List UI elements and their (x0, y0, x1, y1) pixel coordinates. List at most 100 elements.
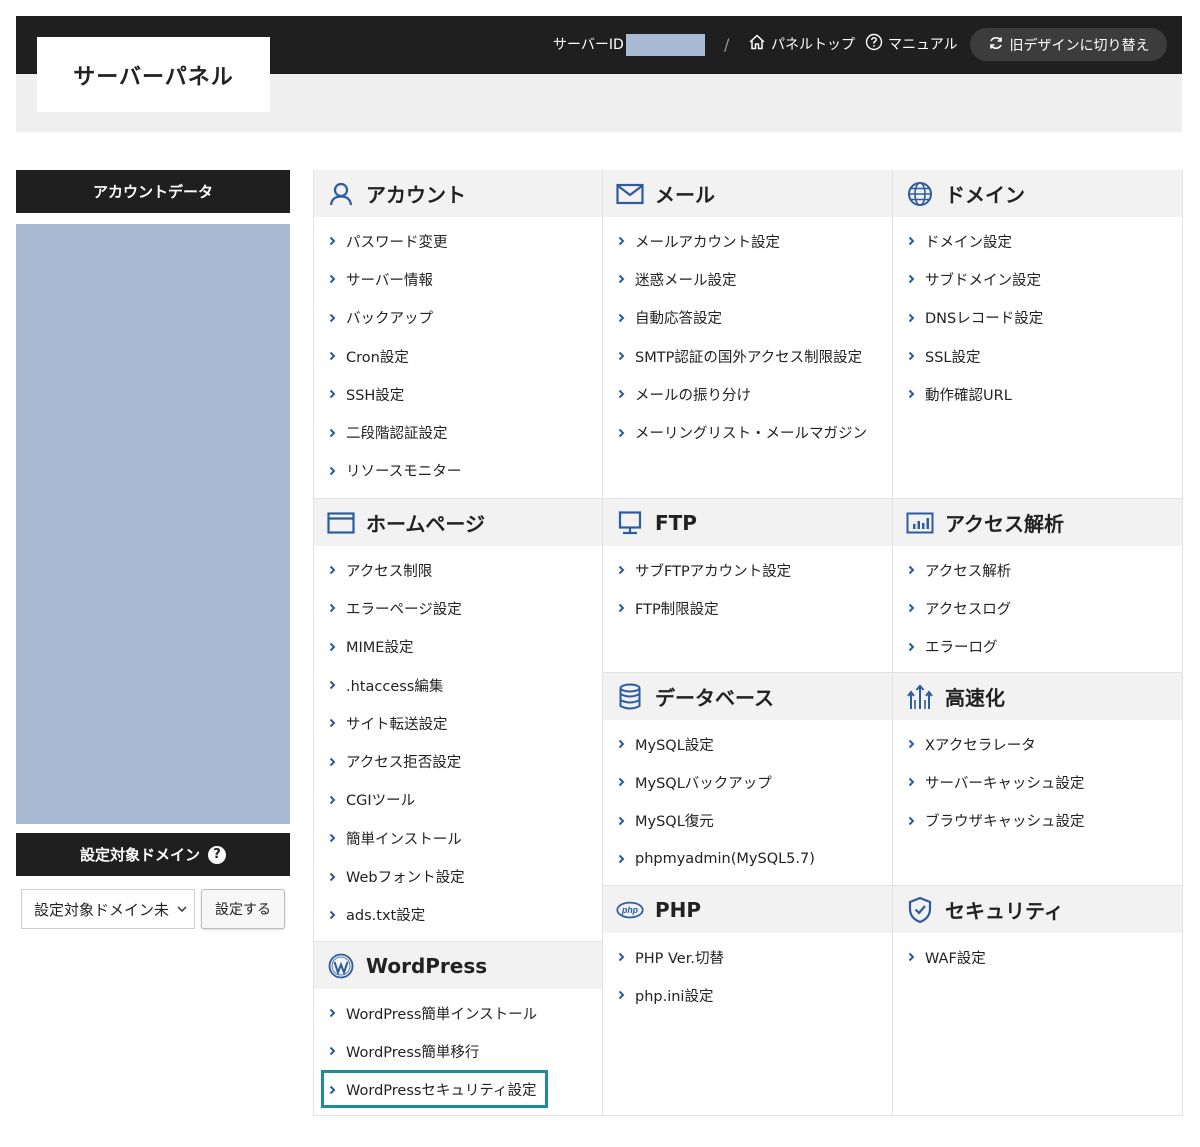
menu-item-link[interactable]: SMTP認証の国外アクセス制限設定 (603, 337, 892, 375)
chevron-right-icon (329, 795, 337, 805)
menu-item-link[interactable]: パスワード変更 (314, 222, 602, 260)
section-domain: ドメイン ドメイン設定 サブドメイン設定 DNSレコード設定 SSL設定 動作確認URL (893, 170, 1182, 413)
menu-item-link[interactable]: サーバーキャッシュ設定 (893, 763, 1182, 801)
menu-item-link[interactable]: 迷惑メール設定 (603, 260, 892, 298)
menu-item-label: phpmyadmin(MySQL5.7) (635, 851, 815, 868)
menu-item-link[interactable]: アクセス拒否設定 (314, 742, 602, 780)
target-domain-title-text: 設定対象ドメイン (79, 846, 200, 864)
menu-item-link[interactable]: php.ini設定 (603, 976, 892, 1014)
menu-item-link[interactable]: メーリングリスト・メールマガジン (603, 413, 892, 451)
section-header: WordPress (314, 942, 602, 989)
menu-item-link[interactable]: MIME設定 (314, 628, 602, 666)
menu-item-label: ブラウザキャッシュ設定 (925, 814, 1085, 831)
menu-item-label: 簡単インストール (346, 831, 462, 848)
menu-item-label: サブFTPアカウント設定 (635, 563, 792, 580)
menu-item-link[interactable]: DNSレコード設定 (893, 299, 1182, 337)
menu-item-link[interactable]: ドメイン設定 (893, 222, 1182, 260)
menu-item-link[interactable]: サブFTPアカウント設定 (603, 551, 892, 589)
database-icon (616, 683, 644, 711)
menu-item-link[interactable]: メールの振り分け (603, 375, 892, 413)
menu-item-link[interactable]: Webフォント設定 (314, 857, 602, 895)
menu-item-label: 自動応答設定 (635, 311, 722, 328)
menu-item-link[interactable]: 動作確認URL (893, 375, 1182, 413)
old-design-button[interactable]: 旧デザインに切り替え (970, 28, 1167, 61)
menu-item-link[interactable]: SSL設定 (893, 337, 1182, 375)
chevron-right-icon (618, 565, 626, 575)
menu-item-link[interactable]: サブドメイン設定 (893, 260, 1182, 298)
menu-item-label: MySQLバックアップ (635, 775, 772, 792)
chevron-right-icon (618, 236, 626, 246)
menu-item-label: Xアクセラレータ (925, 737, 1036, 754)
menu-item-label: MySQL設定 (635, 737, 714, 754)
menu-item-link[interactable]: MySQL復元 (603, 802, 892, 840)
menu-item-link[interactable]: エラーページ設定 (314, 589, 602, 627)
menu-item-link[interactable]: ads.txt設定 (314, 896, 602, 934)
menu-item-link[interactable]: サイト転送設定 (314, 704, 602, 742)
menu-item-link[interactable]: WordPress簡単移行 (314, 1032, 602, 1070)
browser-window-icon (327, 509, 355, 537)
section-title: ホームページ (366, 512, 485, 536)
wordpress-icon (327, 952, 355, 980)
svg-text:php: php (621, 905, 639, 915)
target-domain-select[interactable]: 設定対象ドメイン未 (21, 889, 195, 929)
menu-item-label: アクセスログ (925, 601, 1012, 618)
section-title: 高速化 (945, 686, 1005, 710)
menu-item-link[interactable]: 簡単インストール (314, 819, 602, 857)
menu-list: ドメイン設定 サブドメイン設定 DNSレコード設定 SSL設定 動作確認URL (893, 217, 1182, 413)
panel-top-link[interactable]: パネルトップ (748, 30, 855, 58)
section-database: データベース MySQL設定 MySQLバックアップ MySQL復元 phpmyadm… (603, 672, 892, 878)
menu-item-label: MIME設定 (346, 640, 414, 657)
chevron-right-icon (908, 313, 916, 323)
menu-item-link[interactable]: アクセス解析 (893, 551, 1182, 589)
chevron-right-icon (329, 603, 337, 613)
menu-item-link[interactable]: リソースモニター (314, 452, 602, 490)
help-icon[interactable]: ? (208, 845, 226, 864)
menu-item-link[interactable]: FTP制限設定 (603, 589, 892, 627)
menu-item-link[interactable]: Cron設定 (314, 337, 602, 375)
menu-item-link[interactable]: PHP Ver.切替 (603, 938, 892, 976)
logo[interactable]: サーバーパネル (37, 37, 270, 112)
menu-item-link[interactable]: WAF設定 (893, 938, 1182, 976)
section-title: ドメイン (945, 183, 1025, 207)
chevron-right-icon (908, 952, 916, 962)
menu-item-link[interactable]: サーバー情報 (314, 260, 602, 298)
menu-item-link[interactable]: Xアクセラレータ (893, 725, 1182, 763)
menu-item-label: メールの振り分け (635, 387, 751, 404)
menu-item-label: バックアップ (346, 311, 433, 328)
manual-link[interactable]: マニュアル (865, 30, 958, 58)
chevron-right-icon (908, 236, 916, 246)
chevron-right-icon (329, 872, 337, 882)
menu-item-link[interactable]: ブラウザキャッシュ設定 (893, 802, 1182, 840)
menu-item-link[interactable]: アクセス制限 (314, 551, 602, 589)
menu-item-link[interactable]: phpmyadmin(MySQL5.7) (603, 840, 892, 878)
chevron-right-icon (329, 757, 337, 767)
menu-item-link[interactable]: WordPress簡単インストール (314, 994, 602, 1032)
menu-item-link[interactable]: メールアカウント設定 (603, 222, 892, 260)
menu-item-label: パスワード変更 (346, 234, 448, 251)
menu-item-link[interactable]: MySQL設定 (603, 725, 892, 763)
menu-item-link[interactable]: エラーログ (893, 628, 1182, 666)
menu-item-link[interactable]: SSH設定 (314, 375, 602, 413)
menu-item-label: 二段階認証設定 (346, 426, 448, 443)
account-data-title-text: アカウントデータ (92, 183, 213, 201)
account-data-masked (16, 224, 290, 824)
menu-item-link[interactable]: 二段階認証設定 (314, 413, 602, 451)
envelope-icon (616, 180, 644, 208)
menu-item-link[interactable]: バックアップ (314, 299, 602, 337)
chevron-right-icon (618, 990, 626, 1000)
menu-item-link[interactable]: アクセスログ (893, 589, 1182, 627)
chevron-right-icon (329, 351, 337, 361)
menu-item-link[interactable]: .htaccess編集 (314, 666, 602, 704)
menu-item-label: WordPress簡単移行 (346, 1044, 480, 1061)
menu-item-link[interactable]: CGIツール (314, 781, 602, 819)
menu-item-label: SMTP認証の国外アクセス制限設定 (635, 349, 863, 366)
menu-item-label: Cron設定 (346, 349, 409, 366)
set-domain-button[interactable]: 設定する (201, 889, 285, 929)
chevron-right-icon (908, 777, 916, 787)
menu-item-link[interactable]: MySQLバックアップ (603, 763, 892, 801)
section-homepage: ホームページ アクセス制限 エラーページ設定 MIME設定 .htaccess編集 サイ… (314, 498, 602, 934)
menu-item-label: php.ini設定 (635, 988, 714, 1005)
section-mail: メール メールアカウント設定 迷惑メール設定 自動応答設定 SMTP認証の国外アクセス… (603, 170, 892, 452)
menu-item-link[interactable]: 自動応答設定 (603, 299, 892, 337)
menu-list: アクセス解析アクセスログエラーログ (893, 546, 1182, 666)
